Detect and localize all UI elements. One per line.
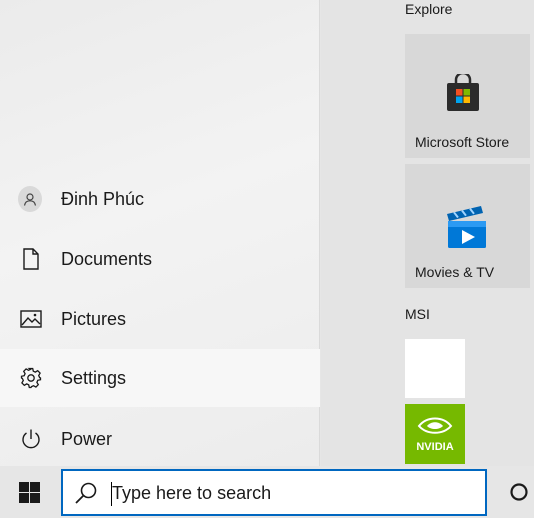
sidebar-item-documents[interactable]: Documents xyxy=(0,230,320,288)
sidebar-item-pictures[interactable]: Pictures xyxy=(0,290,320,348)
taskbar-search-box[interactable] xyxy=(61,469,487,516)
start-menu: Đinh Phúc Documents Pictures Settings Po… xyxy=(0,0,534,466)
sidebar-item-account[interactable]: Đinh Phúc xyxy=(0,170,320,228)
sidebar-item-power[interactable]: Power xyxy=(0,410,320,468)
sidebar-item-label: Settings xyxy=(61,367,127,388)
cortana-button[interactable] xyxy=(504,476,534,508)
start-button[interactable] xyxy=(0,466,58,518)
tile-movies-tv[interactable]: Movies & TV xyxy=(405,164,530,288)
start-menu-sidebar: Đinh Phúc Documents Pictures Settings Po… xyxy=(0,0,320,466)
tile-label: Movies & TV xyxy=(415,264,495,280)
tile-nvidia[interactable]: NVIDIA xyxy=(405,404,465,464)
text-caret xyxy=(111,482,112,506)
taskbar xyxy=(0,466,534,518)
tile-group-header: MSI xyxy=(405,306,430,322)
pictures-icon xyxy=(19,307,43,331)
svg-text:NVIDIA: NVIDIA xyxy=(416,441,453,453)
nvidia-icon: NVIDIA xyxy=(411,417,459,453)
tile-microsoft-store[interactable]: Microsoft Store xyxy=(405,34,530,158)
sidebar-item-label: Power xyxy=(61,428,113,449)
tile-audio-app[interactable] xyxy=(405,339,465,398)
user-avatar-icon xyxy=(18,186,42,212)
sidebar-item-label: Đinh Phúc xyxy=(61,188,145,209)
sidebar-item-label: Documents xyxy=(61,248,153,269)
audio-wave-icon xyxy=(410,345,458,392)
power-icon xyxy=(19,427,43,451)
document-icon xyxy=(19,247,43,271)
sidebar-item-label: Pictures xyxy=(61,308,127,329)
gear-icon xyxy=(19,366,43,390)
tile-group-header: Explore xyxy=(405,1,453,17)
microsoft-store-icon xyxy=(445,71,481,112)
tile-label: Microsoft Store xyxy=(415,134,510,150)
cortana-circle-icon xyxy=(510,483,528,501)
windows-logo-icon xyxy=(18,481,40,503)
sidebar-item-settings[interactable]: Settings xyxy=(0,349,320,407)
search-input[interactable] xyxy=(110,479,472,507)
movies-tv-icon xyxy=(445,204,491,250)
search-icon xyxy=(73,480,99,506)
